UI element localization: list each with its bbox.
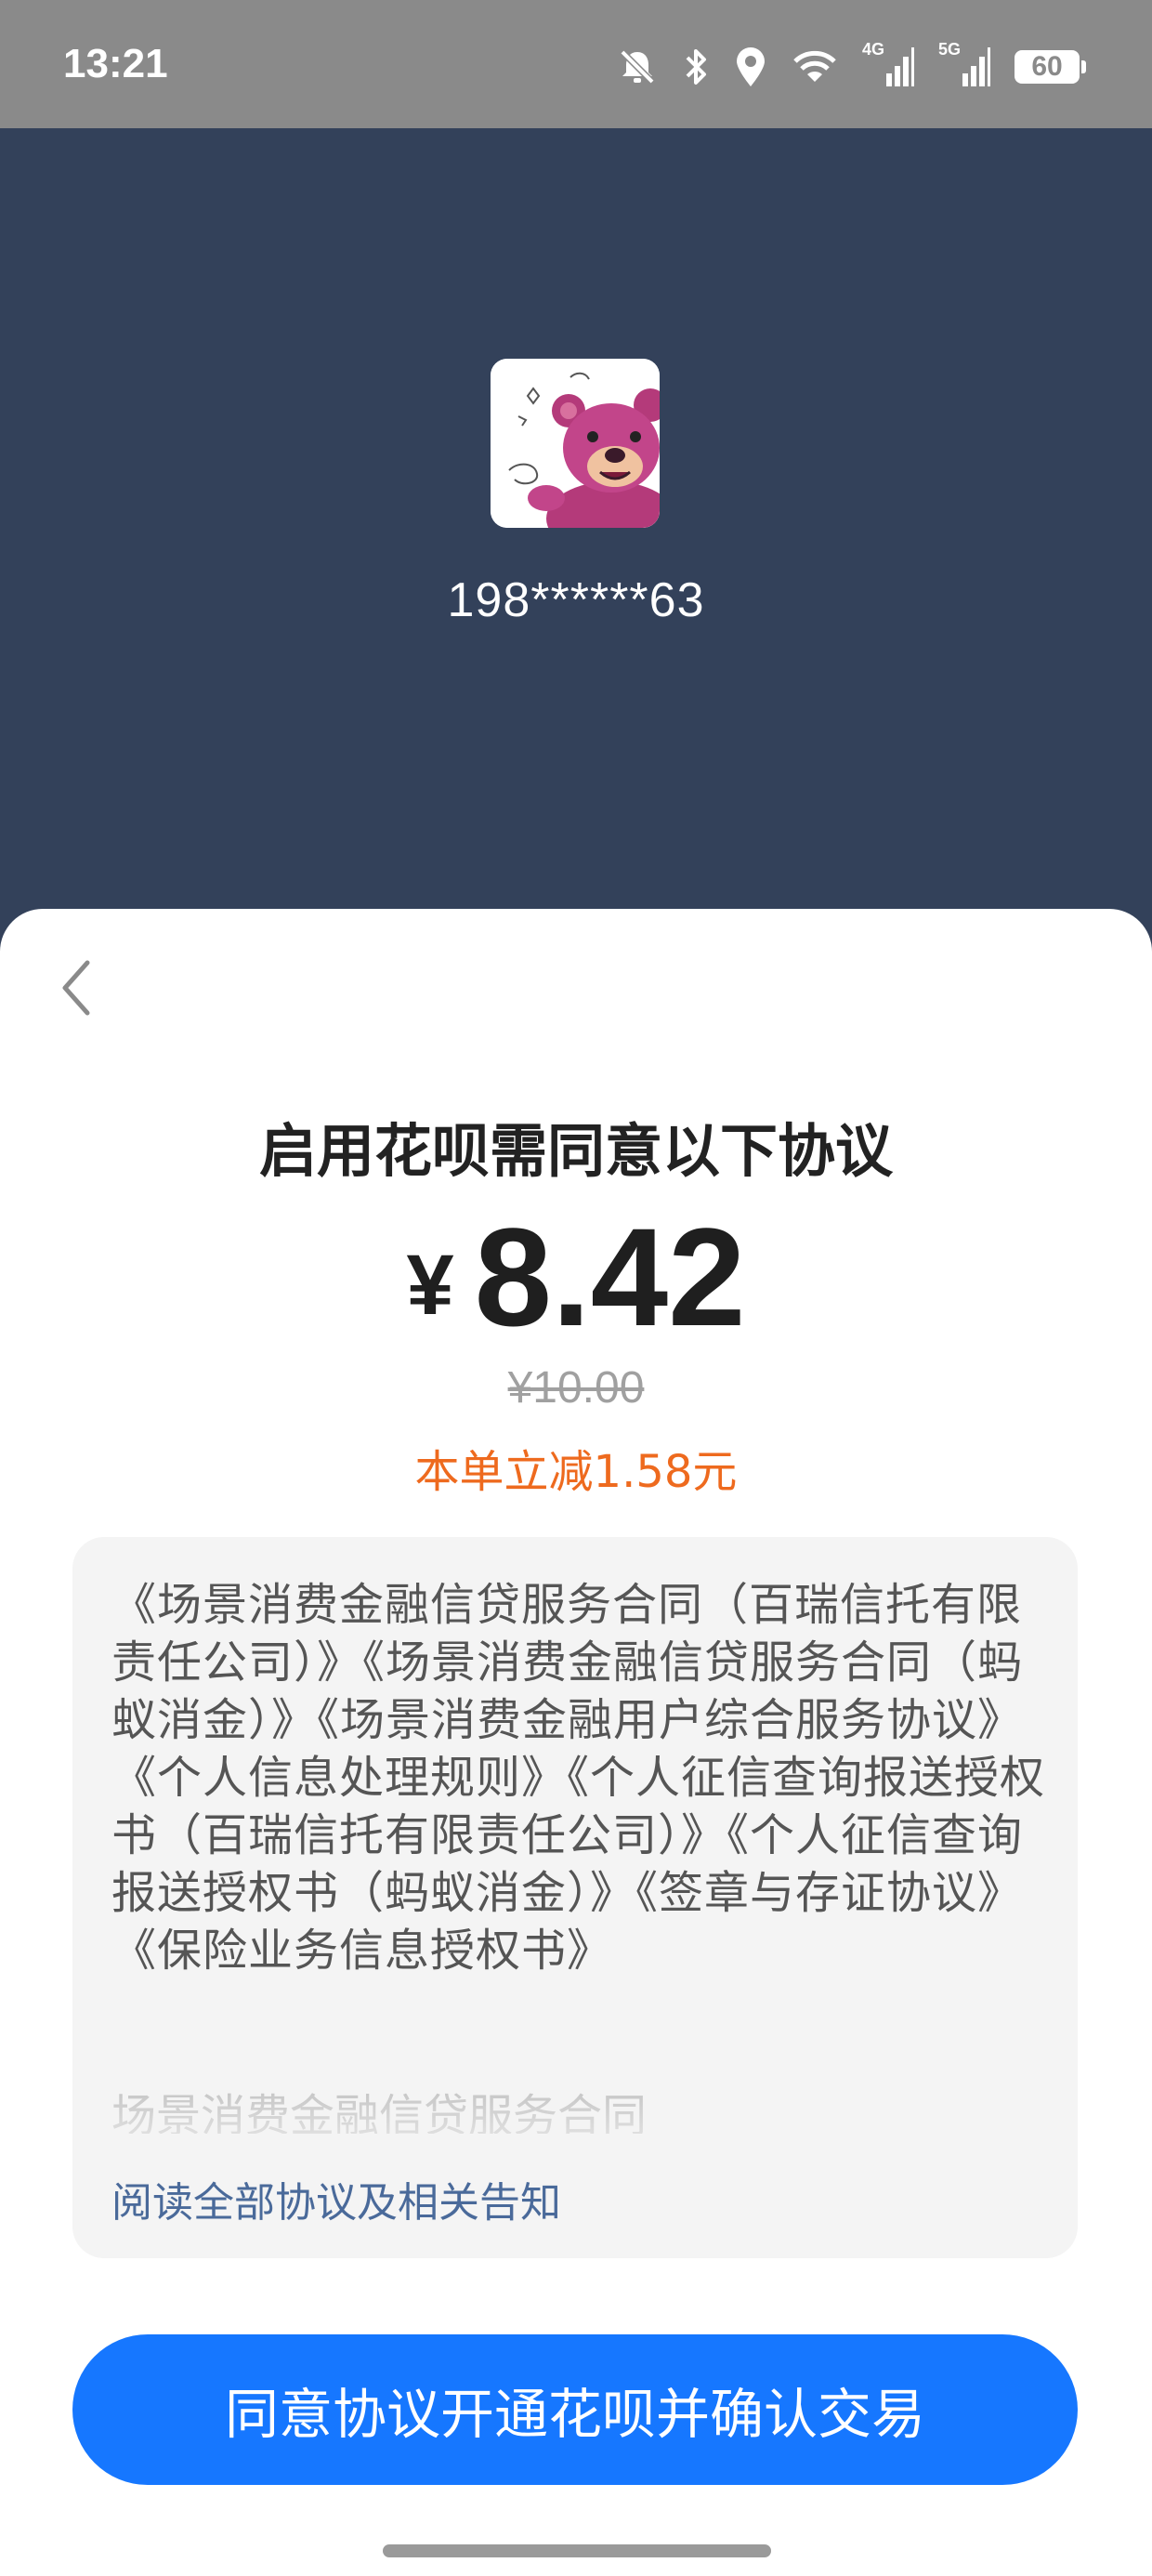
- battery-level: 60: [1031, 51, 1063, 82]
- signal-5g-icon: 5G: [938, 40, 990, 88]
- back-button[interactable]: [56, 955, 97, 1020]
- pink-bear-avatar-icon: [491, 359, 660, 528]
- home-indicator[interactable]: [383, 2544, 771, 2557]
- agreement-preview: 场景消费金融信贷服务合同: [111, 2087, 1046, 2134]
- amount-value: 8.42: [474, 1199, 746, 1355]
- confirm-button[interactable]: 同意协议开通花呗并确认交易: [72, 2334, 1078, 2485]
- status-time: 13:21: [63, 41, 168, 86]
- payment-amount: ¥8.42: [0, 1197, 1152, 1358]
- discount-text: 本单立减1.58元: [414, 1446, 738, 1498]
- status-icons: 4G 5G 60: [593, 40, 1086, 93]
- signal-4g-icon: 4G: [862, 40, 914, 88]
- wifi-icon: [793, 50, 836, 82]
- account-header: 198******63: [0, 128, 1152, 909]
- sheet-title: 启用花呗需同意以下协议: [258, 1117, 893, 1185]
- battery-icon: 60: [1015, 50, 1086, 84]
- agreement-list[interactable]: 《场景消费金融信贷服务合同（百瑞信托有限责任公司）》《场景消费金融信贷服务合同（…: [111, 1576, 1046, 1979]
- agreement-box: 《场景消费金融信贷服务合同（百瑞信托有限责任公司）》《场景消费金融信贷服务合同（…: [72, 1537, 1078, 2258]
- chevron-left-icon: [62, 960, 90, 1016]
- location-icon: [737, 47, 765, 86]
- status-bar: 13:21 4G 5G 60: [0, 0, 1152, 128]
- currency-symbol: ¥: [406, 1238, 454, 1333]
- avatar: [491, 359, 660, 528]
- read-all-agreements-link[interactable]: 阅读全部协议及相关告知: [111, 2169, 561, 2228]
- masked-phone-number: 198******63: [447, 573, 705, 627]
- mute-icon: [620, 49, 655, 85]
- original-price: ¥10.00: [507, 1363, 645, 1413]
- payment-sheet: 启用花呗需同意以下协议 ¥8.42 ¥10.00 本单立减1.58元 《场景消费…: [0, 909, 1152, 2576]
- bluetooth-icon: [686, 49, 706, 85]
